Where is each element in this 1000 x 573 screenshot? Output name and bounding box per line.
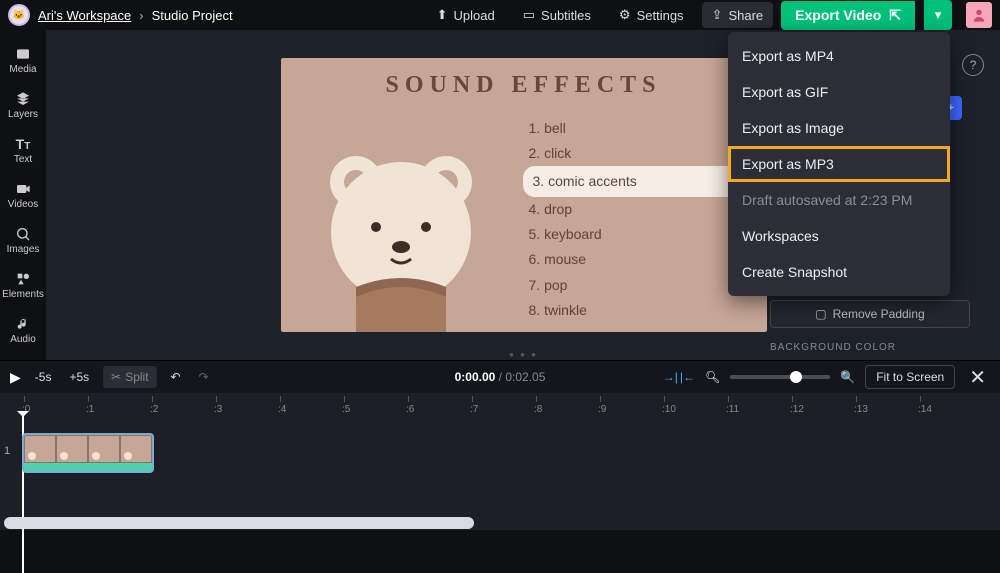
dropdown-item[interactable]: Export as MP3 — [728, 146, 950, 182]
resize-grip-icon[interactable]: ● ● ● — [509, 350, 538, 359]
app-logo[interactable]: 🐱 — [8, 4, 30, 26]
dropdown-item[interactable]: Workspaces — [728, 218, 950, 254]
subtitles-icon: ▭ — [523, 7, 535, 23]
time-display: 0:00.00 / 0:02.05 — [455, 370, 546, 384]
split-button[interactable]: ✂ Split — [103, 366, 156, 388]
time-current: 0:00.00 — [455, 370, 496, 384]
undo-button[interactable]: ↶ — [167, 368, 185, 386]
remove-padding-button[interactable]: ▢ Remove Padding — [770, 300, 970, 328]
upload-icon: ⬆ — [437, 7, 448, 23]
upload-label: Upload — [454, 8, 495, 23]
breadcrumb: Ari's Workspace › Studio Project — [38, 8, 233, 23]
zoom-slider[interactable] — [730, 375, 830, 379]
scissors-icon: ✂ — [111, 370, 121, 384]
zoom-out-button[interactable]: 🔍︎ — [705, 370, 720, 384]
sidebar-item-label: Videos — [8, 199, 38, 210]
fwd-5s-button[interactable]: +5s — [65, 368, 93, 386]
sfx-row: 3. comic accents — [523, 166, 743, 197]
export-icon: ⇱ — [889, 7, 901, 24]
sfx-row: 1. bell — [523, 116, 743, 141]
video-clip[interactable] — [22, 433, 154, 473]
track-number: 1 — [4, 445, 10, 457]
timeline-controls: ▶ -5s +5s ✂ Split ↶ ↷ 0:00.00 / 0:02.05 →… — [0, 361, 1000, 393]
preview-title: SOUND EFFECTS — [281, 72, 767, 99]
project-title: Studio Project — [152, 8, 233, 23]
chevron-down-icon: ▾ — [935, 7, 942, 23]
dropdown-item[interactable]: Export as Image — [728, 110, 950, 146]
export-label: Export Video — [795, 7, 881, 23]
sfx-row: 5. keyboard — [523, 222, 743, 247]
share-button[interactable]: ⇪ Share — [702, 2, 774, 28]
snap-right-icon: |← — [680, 370, 695, 384]
gear-icon: ⚙ — [619, 7, 631, 23]
bgcolor-label: BACKGROUND COLOR — [770, 342, 970, 353]
upload-button[interactable]: ⬆ Upload — [427, 2, 505, 28]
timeline: ▶ -5s +5s ✂ Split ↶ ↷ 0:00.00 / 0:02.05 →… — [0, 360, 1000, 530]
redo-button[interactable]: ↷ — [195, 368, 213, 386]
sidebar-item-label: Layers — [8, 109, 38, 120]
time-total: 0:02.05 — [505, 370, 545, 384]
dropdown-autosave-text: Draft autosaved at 2:23 PM — [728, 182, 950, 218]
bear-illustration — [301, 122, 501, 332]
sidebar-item-videos[interactable]: Videos — [0, 175, 46, 216]
settings-label: Settings — [637, 8, 684, 23]
box-icon: ▢ — [815, 307, 826, 321]
help-icon[interactable]: ? — [962, 54, 984, 76]
sfx-row: 4. drop — [523, 197, 743, 222]
sidebar-item-layers[interactable]: Layers — [0, 85, 46, 126]
snap-toggle[interactable]: →||← — [663, 370, 695, 384]
user-avatar[interactable] — [966, 2, 992, 28]
back-5s-button[interactable]: -5s — [31, 368, 56, 386]
sfx-row: 2. click — [523, 141, 743, 166]
zoom-knob[interactable] — [790, 371, 802, 383]
sidebar-item-elements[interactable]: Elements — [0, 265, 46, 306]
timeline-tracks[interactable]: 1 — [0, 413, 1000, 531]
play-button[interactable]: ▶ — [10, 369, 21, 386]
share-label: Share — [728, 8, 763, 23]
zoom-in-button[interactable]: 🔍 — [840, 370, 855, 384]
chevron-right-icon: › — [139, 8, 143, 23]
fit-to-screen-button[interactable]: Fit to Screen — [865, 365, 955, 389]
snap-left-icon: →| — [663, 370, 678, 384]
sfx-list: 1. bell2. click3. comic accents4. drop5.… — [523, 116, 743, 323]
sidebar-item-text[interactable]: TTText — [0, 130, 46, 171]
sfx-row: 7. pop — [523, 273, 743, 298]
sidebar-item-label: Elements — [2, 289, 44, 300]
sidebar-item-images[interactable]: Images — [0, 220, 46, 261]
subtitles-button[interactable]: ▭ Subtitles — [513, 2, 601, 28]
sfx-row: 6. mouse — [523, 247, 743, 272]
sidebar-item-label: Media — [9, 64, 36, 75]
video-preview[interactable]: SOUND EFFECTS 1. bell2. click3. comic ac… — [281, 58, 767, 332]
settings-button[interactable]: ⚙ Settings — [609, 2, 694, 28]
share-icon: ⇪ — [712, 7, 723, 23]
sidebar-item-audio[interactable]: Audio — [0, 310, 46, 351]
workspace-link[interactable]: Ari's Workspace — [38, 8, 131, 23]
export-dropdown-toggle[interactable]: ▾ — [924, 0, 952, 30]
close-panel-button[interactable]: ✕ — [965, 365, 990, 390]
dropdown-item[interactable]: Export as GIF — [728, 74, 950, 110]
horizontal-scrollbar[interactable] — [4, 517, 474, 529]
subtitles-label: Subtitles — [541, 8, 591, 23]
dropdown-item[interactable]: Export as MP4 — [728, 38, 950, 74]
top-bar: 🐱 Ari's Workspace › Studio Project ⬆ Upl… — [0, 0, 1000, 30]
dropdown-item[interactable]: Create Snapshot — [728, 254, 950, 290]
sfx-row: 8. twinkle — [523, 298, 743, 323]
timeline-ruler[interactable]: :0:1:2:3:4:5:6:7:8:9:10:11:12:13:14 — [0, 393, 1000, 413]
sidebar-item-label: Audio — [10, 334, 36, 345]
export-video-button[interactable]: Export Video ⇱ — [781, 1, 915, 30]
chip-label: Remove Padding — [833, 307, 925, 321]
clip-audio-waveform — [24, 463, 152, 473]
sidebar-item-label: Images — [7, 244, 40, 255]
split-label: Split — [125, 370, 148, 384]
sidebar-item-media[interactable]: Media — [0, 40, 46, 81]
export-dropdown: Export as MP4Export as GIFExport as Imag… — [728, 32, 950, 296]
sidebar-item-label: Text — [14, 154, 32, 165]
